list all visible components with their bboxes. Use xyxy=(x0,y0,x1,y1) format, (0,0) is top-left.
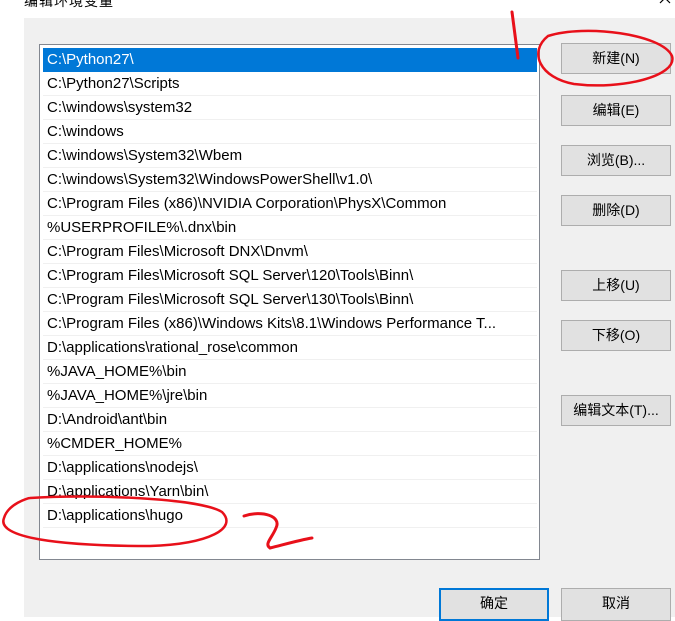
edit-button[interactable]: 编辑(E) xyxy=(561,95,671,126)
edit-env-variable-dialog: 编辑环境变量 C:\Python27\ C:\Python27\Scripts C:… xyxy=(0,0,675,621)
path-list-item[interactable]: C:\windows\System32\WindowsPowerShell\v1… xyxy=(43,168,537,192)
path-list-item[interactable]: C:\Program Files (x86)\Windows Kits\8.1\… xyxy=(43,312,537,336)
path-list[interactable]: C:\Python27\ C:\Python27\Scripts C:\window… xyxy=(39,44,540,560)
path-list-item[interactable]: D:\Android\ant\bin xyxy=(43,408,537,432)
path-list-item[interactable]: %JAVA_HOME%\jre\bin xyxy=(43,384,537,408)
browse-button[interactable]: 浏览(B)... xyxy=(561,145,671,176)
path-list-item[interactable]: D:\applications\rational_rose\common xyxy=(43,336,537,360)
edit-text-button[interactable]: 编辑文本(T)... xyxy=(561,395,671,426)
close-icon[interactable] xyxy=(656,0,674,10)
path-list-item[interactable]: D:\applications\hugo xyxy=(43,504,537,528)
path-list-item[interactable]: %JAVA_HOME%\bin xyxy=(43,360,537,384)
path-list-item[interactable]: C:\windows\system32 xyxy=(43,96,537,120)
path-list-item[interactable]: %CMDER_HOME% xyxy=(43,432,537,456)
path-list-item[interactable]: C:\Python27\ xyxy=(43,48,537,72)
path-list-item[interactable]: D:\applications\Yarn\bin\ xyxy=(43,480,537,504)
cancel-button[interactable]: 取消 xyxy=(561,588,671,621)
path-list-item[interactable]: C:\windows xyxy=(43,120,537,144)
ok-button[interactable]: 确定 xyxy=(439,588,549,621)
delete-button[interactable]: 删除(D) xyxy=(561,195,671,226)
path-list-item[interactable]: D:\applications\nodejs\ xyxy=(43,456,537,480)
move-up-button[interactable]: 上移(U) xyxy=(561,270,671,301)
path-list-item[interactable]: C:\Program Files\Microsoft DNX\Dnvm\ xyxy=(43,240,537,264)
title-bar: 编辑环境变量 xyxy=(0,0,675,12)
path-list-item[interactable]: C:\Python27\Scripts xyxy=(43,72,537,96)
path-list-item[interactable]: %USERPROFILE%\.dnx\bin xyxy=(43,216,537,240)
move-down-button[interactable]: 下移(O) xyxy=(561,320,671,351)
new-button[interactable]: 新建(N) xyxy=(561,43,671,74)
path-list-item[interactable]: C:\Program Files\Microsoft SQL Server\12… xyxy=(43,264,537,288)
path-list-item[interactable]: C:\Program Files (x86)\NVIDIA Corporatio… xyxy=(43,192,537,216)
window-title: 编辑环境变量 xyxy=(24,0,114,9)
path-list-item[interactable]: C:\Program Files\Microsoft SQL Server\13… xyxy=(43,288,537,312)
path-list-item[interactable]: C:\windows\System32\Wbem xyxy=(43,144,537,168)
